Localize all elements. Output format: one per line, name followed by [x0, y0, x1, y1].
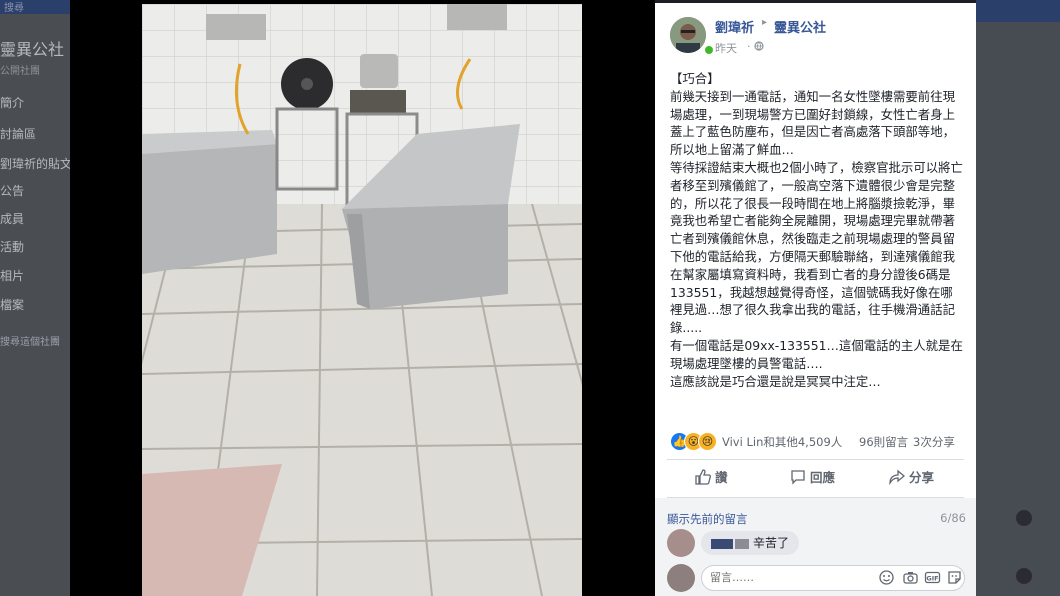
background-top-bar: [976, 0, 1060, 22]
comment-page-count: 6/86: [940, 511, 966, 525]
comments-section: 顯示先前的留言 6/86 辛苦了 GIF: [655, 498, 976, 596]
comment-icon: [790, 469, 806, 485]
post-paragraph: 【巧合】: [670, 71, 720, 86]
reactions-summary[interactable]: Vivi Lin和其他4,509人: [722, 434, 842, 450]
author-name-link[interactable]: 劉瑋祈: [715, 17, 754, 36]
background-nav-item: 相片: [0, 269, 25, 283]
comment-label: 回應: [810, 470, 836, 485]
background-nav-item: 公告: [0, 184, 25, 198]
background-nav-item: 檔案: [0, 298, 25, 312]
shares-count-link[interactable]: 3次分享: [913, 434, 955, 450]
like-button[interactable]: 讚: [695, 467, 728, 493]
share-arrow-icon: [889, 469, 906, 485]
thumbs-up-icon: [695, 468, 711, 485]
avatar-image: [670, 17, 706, 53]
comment-bubble: 辛苦了: [701, 531, 800, 555]
background-page-right: [976, 0, 1060, 596]
globe-icon: ·: [747, 40, 764, 53]
comment-button[interactable]: 回應: [790, 467, 835, 493]
comment-input[interactable]: [710, 569, 850, 585]
sticker-icon[interactable]: [946, 569, 963, 586]
emoji-icon[interactable]: [878, 569, 895, 586]
commenter-name[interactable]: [711, 538, 733, 549]
background-search-bar: 搜尋: [0, 0, 70, 14]
background-nav-item: 簡介: [0, 96, 25, 110]
background-bottom-link: 搜尋這個社團: [0, 337, 60, 348]
group-name-link[interactable]: 靈異公社: [774, 17, 826, 36]
post-paragraph: 等待採證結束大概也2個小時了，檢察官批示可以將亡者移至到殯儀館了，一般高空落下遺…: [670, 159, 963, 336]
background-group-title: 靈異公社: [0, 40, 65, 59]
post-body-text: 【巧合】 前幾天接到一通電話，通知一名女性墜樓需要前往現場處理，一到現場警方已圍…: [670, 70, 965, 390]
morgue-room-photo: [142, 4, 582, 596]
svg-text:GIF: GIF: [926, 575, 938, 583]
background-nav-item: 活動: [0, 240, 25, 254]
share-label: 分享: [909, 470, 935, 485]
background-page-left: 搜尋 靈異公社 公開社團 簡介 討論區 劉瑋祈的貼文 公告 成員 活動 相片 檔…: [0, 0, 70, 596]
view-previous-comments-link[interactable]: 顯示先前的留言: [667, 511, 748, 527]
background-nav-item: 成員: [0, 212, 25, 226]
background-nav-item: 劉瑋祈的貼文: [0, 157, 70, 171]
divider: [667, 459, 964, 460]
current-user-avatar: [667, 564, 695, 592]
gif-icon[interactable]: GIF: [924, 569, 941, 586]
post-paragraph: 有一個電話是09xx-133551…這個電話的主人就是在現場處理墜樓的員警電話……: [670, 337, 963, 371]
post-paragraph: 這應該說是巧合還是說是冥冥中注定…: [670, 373, 881, 389]
caret-right-icon: ▸: [762, 17, 768, 28]
like-label: 讚: [715, 470, 728, 485]
comments-count-link[interactable]: 96則留言: [859, 434, 908, 450]
background-group-subtitle: 公開社團: [0, 66, 40, 77]
post-paragraph: 前幾天接到一通電話，通知一名女性墜樓需要前往現場處理，一到現場警方已圍好封鎖線，…: [670, 88, 955, 158]
sad-reaction-icon: 😢: [698, 432, 717, 451]
background-circle-icon: [1016, 568, 1032, 584]
post-photo[interactable]: [142, 4, 582, 596]
post-timestamp[interactable]: 昨天: [715, 40, 737, 56]
commenter-avatar[interactable]: [667, 529, 695, 557]
comment-text: 辛苦了: [753, 536, 790, 550]
camera-icon[interactable]: [902, 569, 919, 586]
background-search-placeholder: 搜尋: [4, 3, 24, 14]
share-button[interactable]: 分享: [889, 467, 934, 493]
author-avatar[interactable]: [670, 17, 706, 53]
background-circle-icon: [1016, 510, 1032, 526]
comment-input-box[interactable]: GIF: [701, 565, 965, 591]
background-nav-item: 討論區: [0, 127, 37, 141]
commenter-name-blurred: [735, 538, 749, 549]
photo-viewer[interactable]: [70, 0, 655, 596]
online-status-indicator: [703, 44, 715, 56]
post-side-panel: 劉瑋祈 ▸ 靈異公社 昨天 · 【巧合】 前幾天接到一通電話，通知一名女性墜樓需…: [655, 3, 976, 596]
